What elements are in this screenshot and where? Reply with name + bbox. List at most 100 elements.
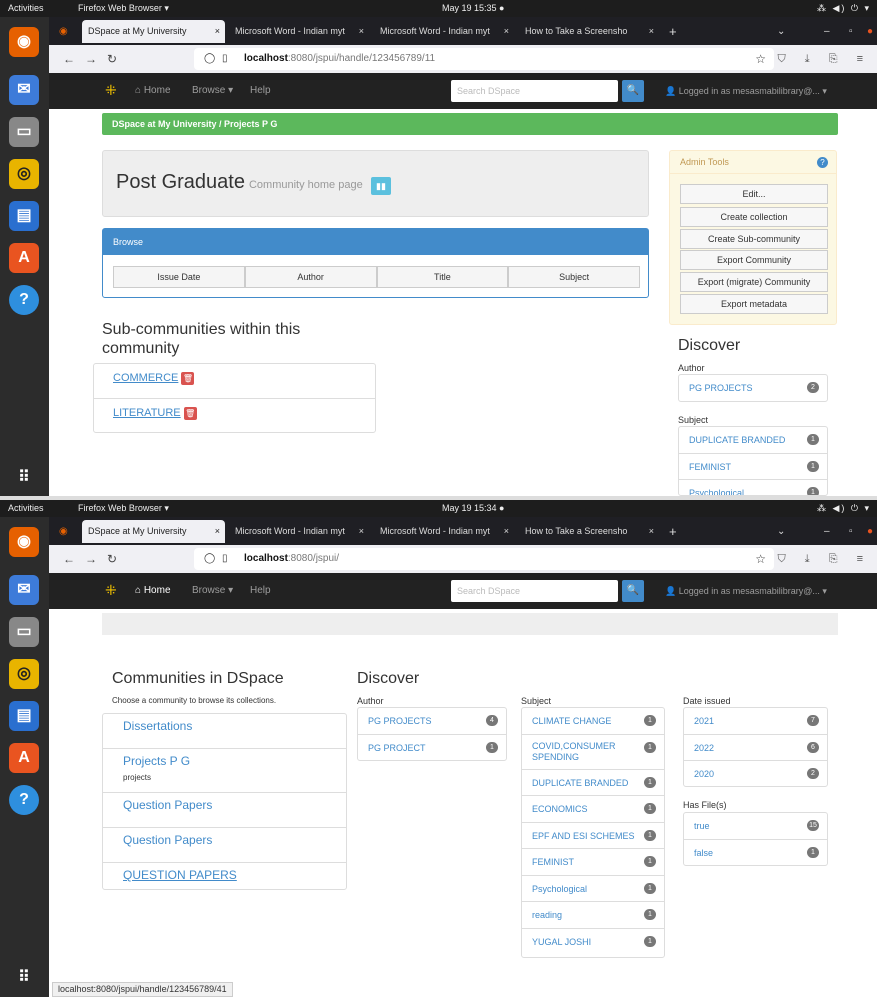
search-button[interactable]: 🔍 xyxy=(622,80,644,102)
close-icon[interactable]: × xyxy=(649,520,654,543)
activities-button[interactable]: Activities xyxy=(8,0,44,17)
close-icon[interactable]: × xyxy=(359,20,364,43)
search-input[interactable]: Search DSpace xyxy=(451,580,618,602)
statistics-icon[interactable]: ▮▮ xyxy=(371,177,391,195)
facet-item[interactable]: 2021 7 xyxy=(684,708,827,735)
browse-title-button[interactable]: Title xyxy=(376,266,509,288)
facet-item[interactable]: reading 1 xyxy=(522,902,664,929)
browse-issue-date-button[interactable]: Issue Date xyxy=(113,266,245,288)
facet-item[interactable]: DUPLICATE BRANDED 1 xyxy=(679,427,827,454)
subcommunity-literature[interactable]: LITERATURE 🗑 xyxy=(94,399,375,434)
facet-item[interactable]: false 1 xyxy=(684,840,827,866)
community-question-papers-3[interactable]: QUESTION PAPERS xyxy=(103,863,346,898)
tab-dspace[interactable]: DSpace at My University × xyxy=(82,520,225,543)
export-migrate-button[interactable]: Export (migrate) Community xyxy=(680,272,828,292)
url-bar[interactable]: ◯ ▯ localhost:8080/jspui/ ☆ xyxy=(194,548,774,570)
system-tray[interactable]: ⁂ ◀) ⏻ ▾ xyxy=(817,500,871,517)
dspace-logo-icon[interactable]: ⁜ xyxy=(105,582,119,598)
rhythmbox-icon[interactable]: ◎ xyxy=(9,159,39,189)
forward-icon[interactable]: → xyxy=(85,45,97,73)
community-question-papers-2[interactable]: Question Papers xyxy=(103,828,346,863)
back-icon[interactable]: ← xyxy=(63,45,75,73)
bookmark-star-icon[interactable]: ☆ xyxy=(755,48,766,70)
close-icon[interactable]: × xyxy=(504,20,509,43)
firefox-view-icon[interactable]: ◉ xyxy=(59,520,68,543)
new-tab-button[interactable]: + xyxy=(669,520,677,543)
tab-word-2[interactable]: Microsoft Word - Indian myt × xyxy=(374,20,514,43)
help-icon[interactable]: ? xyxy=(817,157,828,168)
app-menu[interactable]: Firefox Web Browser ▾ xyxy=(78,500,169,517)
tab-word-2[interactable]: Microsoft Word - Indian myt × xyxy=(374,520,514,543)
facet-item[interactable]: CLIMATE CHANGE 1 xyxy=(522,708,664,735)
maximize-icon[interactable]: ▫ xyxy=(849,520,853,543)
dspace-logo-icon[interactable]: ⁜ xyxy=(105,82,119,98)
nav-home[interactable]: ⌂ Home xyxy=(135,573,171,609)
facet-item[interactable]: Psychological 1 xyxy=(522,876,664,902)
delete-icon[interactable]: 🗑 xyxy=(181,371,195,385)
subcommunity-commerce[interactable]: COMMERCE 🗑 xyxy=(94,364,375,399)
help-icon[interactable]: ? xyxy=(9,285,39,315)
browse-author-button[interactable]: Author xyxy=(244,266,377,288)
facet-item[interactable]: FEMINIST 1 xyxy=(679,454,827,480)
delete-icon[interactable]: 🗑 xyxy=(183,406,197,420)
clock[interactable]: May 19 15:35 ● xyxy=(442,0,504,17)
back-icon[interactable]: ← xyxy=(63,545,75,573)
app-menu[interactable]: Firefox Web Browser ▾ xyxy=(78,0,169,17)
reload-icon[interactable]: ↻ xyxy=(107,45,117,73)
breadcrumb[interactable]: DSpace at My University / Projects P G xyxy=(102,113,838,135)
firefox-view-icon[interactable]: ◉ xyxy=(59,20,68,43)
facet-item[interactable]: 2022 6 xyxy=(684,735,827,761)
tab-dspace[interactable]: DSpace at My University × xyxy=(82,20,225,43)
tab-screenshot-howto[interactable]: How to Take a Screensho × xyxy=(519,20,659,43)
close-icon[interactable]: × xyxy=(504,520,509,543)
export-community-button[interactable]: Export Community xyxy=(680,250,828,270)
close-icon[interactable]: × xyxy=(215,520,220,543)
nav-help[interactable]: Help xyxy=(250,73,271,109)
close-window-icon[interactable]: ● xyxy=(867,20,873,43)
community-question-papers-1[interactable]: Question Papers xyxy=(103,793,346,828)
new-tab-button[interactable]: + xyxy=(669,20,677,43)
writer-icon[interactable]: ▤ xyxy=(9,201,39,231)
files-icon[interactable]: ▭ xyxy=(9,617,39,647)
facet-item[interactable]: PG PROJECTS 4 xyxy=(358,708,506,735)
edit-button[interactable]: Edit... xyxy=(680,184,828,204)
nav-browse[interactable]: Browse ▾ xyxy=(192,73,233,109)
software-icon[interactable]: A xyxy=(9,243,39,273)
user-menu[interactable]: 👤 Logged in as mesasmabilibrary@... ▾ xyxy=(665,573,827,609)
thunderbird-icon[interactable]: ✉ xyxy=(9,75,39,105)
create-subcommunity-button[interactable]: Create Sub-community xyxy=(680,229,828,249)
clock[interactable]: May 19 15:34 ● xyxy=(442,500,504,517)
toolbar-icons[interactable]: ⛉ ⤓ ⎘ ≡ xyxy=(778,545,872,573)
software-icon[interactable]: A xyxy=(9,743,39,773)
search-input[interactable]: Search DSpace xyxy=(451,80,618,102)
facet-item[interactable]: PG PROJECT 1 xyxy=(358,735,506,761)
export-metadata-button[interactable]: Export metadata xyxy=(680,294,828,314)
writer-icon[interactable]: ▤ xyxy=(9,701,39,731)
close-window-icon[interactable]: ● xyxy=(867,520,873,543)
activities-button[interactable]: Activities xyxy=(8,500,44,517)
chevron-down-icon[interactable]: ⌄ xyxy=(777,520,785,543)
rhythmbox-icon[interactable]: ◎ xyxy=(9,659,39,689)
firefox-icon[interactable]: ◉ xyxy=(9,527,39,557)
facet-item[interactable]: FEMINIST 1 xyxy=(522,849,664,876)
forward-icon[interactable]: → xyxy=(85,545,97,573)
tab-word-1[interactable]: Microsoft Word - Indian myt × xyxy=(229,20,369,43)
minimize-icon[interactable]: – xyxy=(824,520,830,543)
reload-icon[interactable]: ↻ xyxy=(107,545,117,573)
apps-grid-icon[interactable]: ⠿ xyxy=(9,963,39,993)
help-icon[interactable]: ? xyxy=(9,785,39,815)
nav-browse[interactable]: Browse ▾ xyxy=(192,573,233,609)
facet-item[interactable]: true 15 xyxy=(684,813,827,840)
facet-item[interactable]: PG PROJECTS 2 xyxy=(679,375,827,401)
firefox-icon[interactable]: ◉ xyxy=(9,27,39,57)
close-icon[interactable]: × xyxy=(649,20,654,43)
community-projects-pg[interactable]: Projects P G projects xyxy=(103,749,346,793)
facet-item[interactable]: COVID,CONSUMER SPENDING 1 xyxy=(522,735,664,770)
thunderbird-icon[interactable]: ✉ xyxy=(9,575,39,605)
facet-item[interactable]: EPF AND ESI SCHEMES 1 xyxy=(522,823,664,849)
bookmark-star-icon[interactable]: ☆ xyxy=(755,548,766,570)
browse-subject-button[interactable]: Subject xyxy=(508,266,640,288)
maximize-icon[interactable]: ▫ xyxy=(849,20,853,43)
facet-item[interactable]: 2020 2 xyxy=(684,761,827,786)
tab-word-1[interactable]: Microsoft Word - Indian myt × xyxy=(229,520,369,543)
